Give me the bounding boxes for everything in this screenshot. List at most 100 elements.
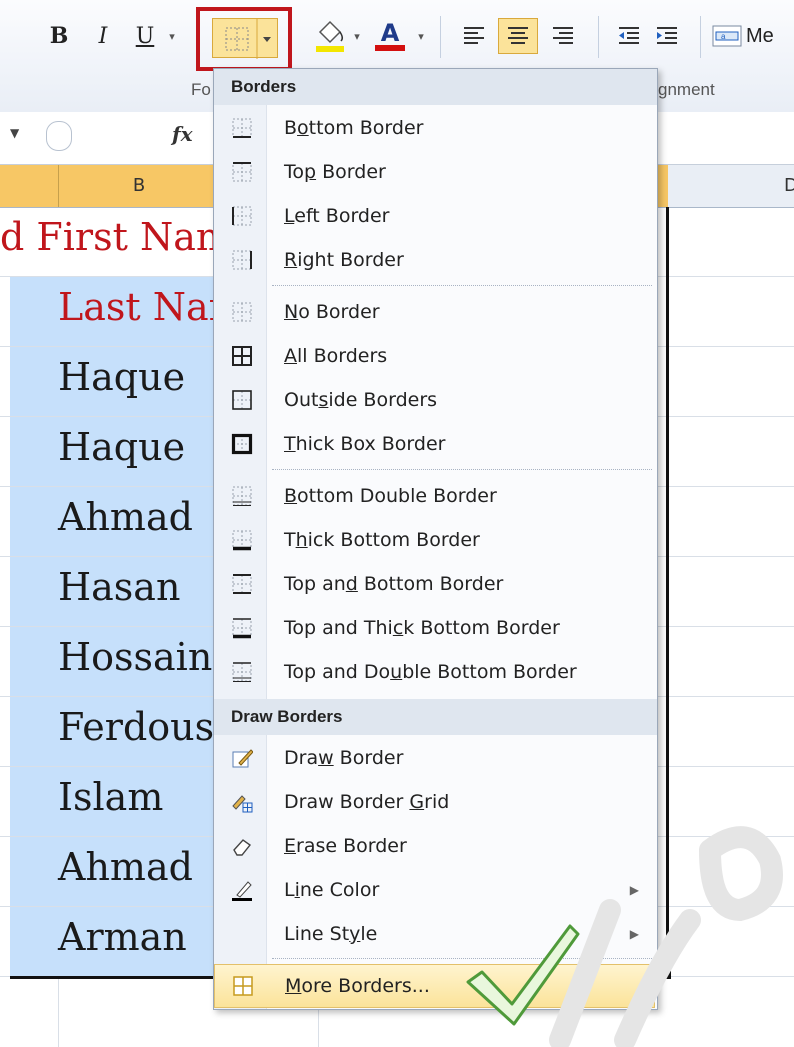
menu-item-label: Draw Border	[284, 747, 404, 769]
underline-dropdown-icon[interactable]: ▾	[163, 18, 181, 54]
increase-indent-icon	[657, 27, 677, 44]
menu-item-label: Top and Thick Bottom Border	[284, 617, 560, 639]
align-right-icon	[553, 27, 573, 44]
thick-box-border-icon	[231, 433, 253, 455]
column-header-b[interactable]: B	[58, 165, 219, 207]
last-name-cell[interactable]: Haque	[58, 355, 185, 399]
top-double-bottom-border-icon	[232, 662, 252, 682]
font-color-dropdown-icon[interactable]: ▾	[414, 18, 428, 54]
menu-item-label: Draw Border Grid	[284, 791, 450, 813]
no-border-menu-item[interactable]: No Border	[214, 291, 657, 335]
insert-function-icon[interactable]: fx	[172, 122, 193, 146]
last-name-cell[interactable]: Arman	[58, 915, 187, 959]
merge-label: Me	[746, 24, 774, 47]
blogs-watermark	[549, 826, 783, 1047]
align-left-button[interactable]	[456, 18, 492, 54]
top-thick-bottom-border-menu-item[interactable]: Top and Thick Bottom Border	[214, 607, 657, 651]
bottom-border-menu-item[interactable]: Bottom Border	[214, 107, 657, 151]
top-bottom-border-menu-item[interactable]: Top and Bottom Border	[214, 563, 657, 607]
draw-border-grid-icon	[232, 795, 253, 813]
italic-button[interactable]: I	[88, 18, 118, 54]
svg-text:a: a	[721, 32, 726, 41]
last-name-cell[interactable]: Ferdous	[58, 705, 214, 749]
formula-bar-handle[interactable]	[46, 121, 72, 151]
font-color-button[interactable]: A	[370, 18, 410, 54]
line-color-icon	[232, 881, 252, 901]
all-borders-menu-item[interactable]: All Borders	[214, 335, 657, 379]
bottom-double-border-menu-item[interactable]: Bottom Double Border	[214, 475, 657, 519]
menu-item-label: Top and Double Bottom Border	[284, 661, 577, 683]
left-border-menu-item[interactable]: Left Border	[214, 195, 657, 239]
right-border-icon	[232, 250, 252, 270]
align-center-icon	[508, 27, 528, 44]
decrease-indent-button[interactable]	[612, 18, 646, 54]
align-right-button[interactable]	[545, 18, 581, 54]
last-name-cell[interactable]: Ahmad	[58, 495, 193, 539]
ribbon-separator	[598, 16, 599, 58]
header-cell-last-name[interactable]: Last Nar	[58, 285, 227, 329]
font-color-letter: A	[380, 19, 400, 47]
fill-color-dropdown-icon[interactable]: ▾	[350, 18, 364, 54]
column-header-a[interactable]	[0, 165, 58, 207]
name-box-dropdown-icon[interactable]: ▼	[10, 126, 19, 140]
more-borders-icon	[233, 976, 253, 996]
font-group-label: Fo	[191, 80, 211, 99]
draw-borders-section-header: Draw Borders	[214, 699, 657, 735]
thick-bottom-border-menu-item[interactable]: Thick Bottom Border	[214, 519, 657, 563]
outside-borders-icon	[232, 390, 252, 410]
menu-item-label: All Borders	[284, 345, 388, 367]
top-bottom-border-icon	[232, 574, 252, 594]
menu-separator	[272, 285, 652, 286]
borders-button[interactable]	[212, 18, 278, 59]
align-left-icon	[464, 27, 484, 44]
merge-center-icon: a	[712, 25, 742, 47]
header-cell-first-name[interactable]: d First Nam	[0, 215, 232, 259]
top-border-menu-item[interactable]: Top Border	[214, 151, 657, 195]
menu-item-label: Bottom Border	[284, 117, 424, 139]
eraser-icon	[233, 839, 252, 856]
ribbon-separator	[440, 16, 441, 58]
merge-center-button[interactable]: a Me	[712, 18, 794, 54]
menu-item-label: Top and Bottom Border	[284, 573, 504, 595]
top-double-bottom-border-menu-item[interactable]: Top and Double Bottom Border	[214, 651, 657, 695]
menu-item-label: Line Color	[284, 879, 380, 901]
bottom-border-icon	[232, 118, 252, 138]
last-name-cell[interactable]: Haque	[58, 425, 185, 469]
bold-button[interactable]: B	[44, 18, 74, 54]
underline-button[interactable]: U	[130, 18, 160, 54]
last-name-cell[interactable]: Hossain	[58, 635, 212, 679]
ribbon-separator	[700, 16, 701, 58]
paint-bucket-icon	[316, 20, 344, 52]
thick-box-border-menu-item[interactable]: Thick Box Border	[214, 423, 657, 467]
increase-indent-button[interactable]	[650, 18, 684, 54]
menu-item-label: Thick Bottom Border	[284, 529, 480, 551]
align-center-button[interactable]	[498, 18, 538, 54]
thick-bottom-border-icon	[232, 530, 252, 551]
menu-item-label: Line Style	[284, 923, 378, 945]
gridline	[58, 979, 59, 1047]
more-borders-label: More Borders...	[285, 975, 430, 997]
left-border-icon	[232, 206, 252, 226]
outside-borders-menu-item[interactable]: Outside Borders	[214, 379, 657, 423]
fill-color-button[interactable]	[310, 18, 350, 54]
no-border-icon	[232, 302, 252, 322]
menu-item-label: Left Border	[284, 205, 390, 227]
borders-section-header: Borders	[214, 69, 657, 105]
menu-item-label: Top Border	[284, 161, 386, 183]
all-borders-icon	[232, 346, 252, 366]
last-name-cell[interactable]: Hasan	[58, 565, 180, 609]
bottom-double-border-icon	[232, 486, 252, 506]
menu-item-label: Bottom Double Border	[284, 485, 497, 507]
last-name-cell[interactable]: Islam	[58, 775, 163, 819]
line-style-icon	[231, 923, 253, 945]
decrease-indent-icon	[619, 27, 639, 44]
column-header-d[interactable]: D	[784, 165, 794, 207]
alignment-group-label: gnment	[658, 80, 715, 99]
borders-button-icon	[225, 19, 271, 59]
draw-border-pencil-icon	[232, 749, 253, 768]
last-name-cell[interactable]: Ahmad	[58, 845, 193, 889]
right-border-menu-item[interactable]: Right Border	[214, 239, 657, 283]
font-color-swatch	[375, 45, 405, 51]
menu-item-label: Erase Border	[284, 835, 407, 857]
menu-item-label: No Border	[284, 301, 380, 323]
